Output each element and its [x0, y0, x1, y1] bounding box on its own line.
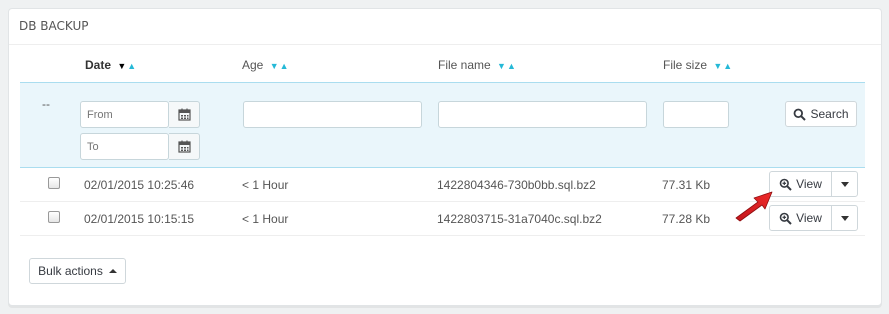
caret-up-icon: [108, 269, 117, 273]
sort-desc-icon[interactable]: ▼: [117, 61, 127, 71]
column-header-file-name-label: File name: [438, 58, 491, 72]
sort-asc-icon[interactable]: ▲: [723, 61, 733, 71]
sort-desc-icon[interactable]: ▼: [497, 61, 507, 71]
row-file-size: 77.28 Kb: [662, 212, 711, 226]
sort-controls: ▼▲: [497, 61, 517, 71]
zoom-in-icon: [779, 178, 792, 191]
caret-down-icon: [841, 215, 849, 221]
calendar-icon: [177, 108, 191, 121]
bulk-actions-button[interactable]: Bulk actions: [29, 258, 126, 284]
sort-asc-icon[interactable]: ▲: [280, 61, 290, 71]
bulk-actions-label: Bulk actions: [38, 264, 103, 278]
sort-controls: ▼▲: [270, 61, 290, 71]
view-button[interactable]: View: [770, 172, 831, 196]
row-date: 02/01/2015 10:15:15: [84, 212, 195, 226]
sort-desc-icon[interactable]: ▼: [713, 61, 723, 71]
zoom-in-icon: [779, 212, 792, 225]
view-button-label: View: [796, 177, 822, 191]
search-button-label: Search: [810, 107, 849, 121]
sort-controls: ▼▲: [117, 61, 137, 71]
search-icon: [794, 108, 807, 121]
filter-empty-marker: --: [42, 97, 50, 111]
file-name-filter-input[interactable]: [438, 101, 647, 128]
row-file-name: 1422803715-31a7040c.sql.bz2: [437, 212, 602, 226]
sort-controls: ▼▲: [713, 61, 733, 71]
search-button[interactable]: Search: [785, 101, 857, 127]
date-from-calendar-button[interactable]: [169, 101, 200, 128]
row-age: < 1 Hour: [242, 178, 289, 192]
column-header-file-size-label: File size: [663, 58, 708, 72]
calendar-icon: [177, 140, 191, 153]
date-from-input[interactable]: [80, 101, 169, 128]
age-filter-input[interactable]: [243, 101, 422, 128]
pointer-arrow-icon: [735, 191, 773, 222]
row-file-size: 77.31 Kb: [662, 178, 711, 192]
column-header-date-label: Date: [85, 58, 112, 72]
row-select-checkbox[interactable]: [48, 211, 60, 223]
view-split-button: View: [769, 171, 858, 197]
sort-desc-icon[interactable]: ▼: [270, 61, 280, 71]
sort-asc-icon[interactable]: ▲: [127, 61, 137, 71]
row-age: < 1 Hour: [242, 212, 289, 226]
column-header-date[interactable]: Date ▼▲: [85, 58, 137, 72]
column-header-file-size[interactable]: File size ▼▲: [663, 58, 733, 72]
row-date: 02/01/2015 10:25:46: [84, 178, 195, 192]
row-actions-dropdown-toggle[interactable]: [832, 172, 858, 196]
caret-down-icon: [841, 181, 849, 187]
date-to-input[interactable]: [80, 133, 169, 160]
sort-asc-icon[interactable]: ▲: [507, 61, 517, 71]
column-header-age-label: Age: [242, 58, 264, 72]
panel-title: DB BACKUP: [9, 9, 881, 45]
row-actions-dropdown-toggle[interactable]: [832, 206, 858, 230]
row-select-checkbox[interactable]: [48, 177, 60, 189]
file-size-filter-input[interactable]: [663, 101, 729, 128]
view-button[interactable]: View: [770, 206, 831, 230]
filter-row: -- Search: [20, 82, 865, 168]
column-header-file-name[interactable]: File name ▼▲: [438, 58, 517, 72]
view-button-label: View: [796, 211, 822, 225]
column-header-age[interactable]: Age ▼▲: [242, 58, 290, 72]
view-split-button: View: [769, 205, 858, 231]
row-file-name: 1422804346-730b0bb.sql.bz2: [437, 178, 596, 192]
date-to-calendar-button[interactable]: [169, 133, 200, 160]
